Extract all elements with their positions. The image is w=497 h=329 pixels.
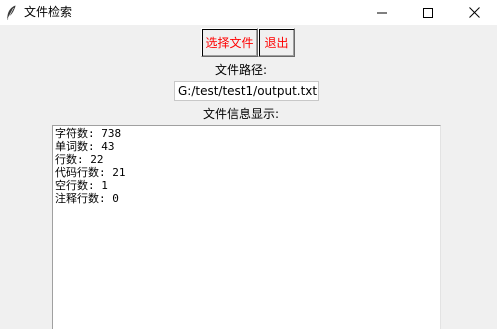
file-info-textbox[interactable]: 字符数: 738 单词数: 43 行数: 22 代码行数: 21 空行数: 1 … [52, 125, 441, 329]
info-line-code-lines: 代码行数: 21 [55, 166, 126, 179]
info-line-chars: 字符数: 738 [55, 127, 122, 140]
minimize-icon [377, 3, 387, 22]
file-path-field[interactable]: G:/test/test1/output.txt [174, 81, 319, 101]
info-line-lines: 行数: 22 [55, 153, 104, 166]
info-line-words: 单词数: 43 [55, 140, 115, 153]
maximize-button[interactable] [405, 0, 451, 25]
minimize-button[interactable] [359, 0, 405, 25]
title-bar[interactable]: 文件检索 [0, 0, 497, 25]
info-line-blank-lines: 空行数: 1 [55, 179, 108, 192]
feather-icon [5, 5, 17, 20]
file-path-label: 文件路径: [215, 63, 268, 77]
maximize-icon [423, 3, 433, 22]
info-line-comment-lines: 注释行数: 0 [55, 192, 119, 205]
close-button[interactable] [451, 0, 497, 25]
file-info-label: 文件信息显示: [203, 107, 280, 121]
app-window: 文件检索 选择文件 退出 文件路径: G:/test/test1/output.… [0, 0, 497, 329]
close-icon [468, 3, 480, 22]
window-title: 文件检索 [24, 5, 73, 19]
select-file-button[interactable]: 选择文件 [201, 28, 258, 57]
exit-button[interactable]: 退出 [258, 28, 295, 57]
